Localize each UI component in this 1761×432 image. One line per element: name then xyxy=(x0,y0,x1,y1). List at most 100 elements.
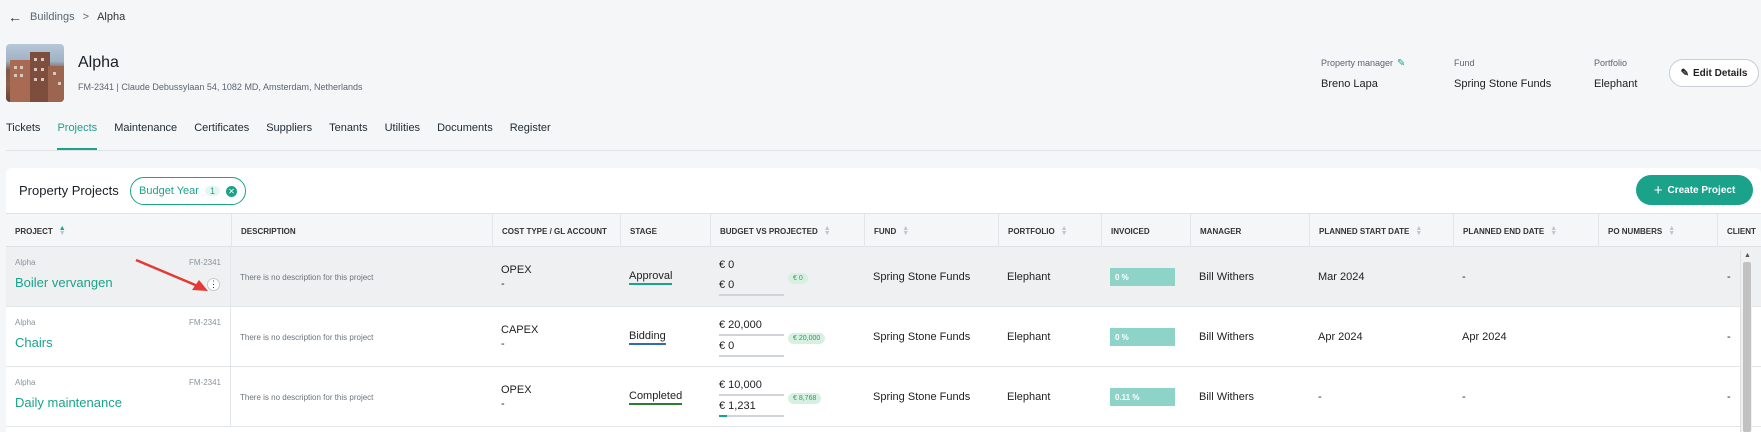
invoiced-cell: 0 % xyxy=(1101,247,1181,307)
tab-certificates[interactable]: Certificates xyxy=(194,122,249,150)
project-code: FM-2341 xyxy=(188,318,221,327)
budget-diff-badge: € 0 xyxy=(788,273,808,284)
invoiced-bar: 0 % xyxy=(1110,268,1175,286)
table-header: Project ▲ ▼ Description Cost Type / GL Acc… xyxy=(6,213,1761,248)
budget-value: € 10,000 xyxy=(719,379,762,391)
sort-icon[interactable]: ▲ ▼ xyxy=(59,225,66,237)
column-header-planned-end[interactable]: Planned End Date ▲ ▼ xyxy=(1453,214,1598,248)
scroll-up-icon[interactable]: ▲ xyxy=(1744,252,1751,259)
column-header-planned-start[interactable]: Planned Start Date ▲ ▼ xyxy=(1309,214,1453,248)
projected-value: € 0 xyxy=(719,279,735,291)
column-header-portfolio[interactable]: Portfolio ▲ ▼ xyxy=(998,214,1101,248)
back-arrow-icon[interactable]: ← xyxy=(8,9,22,25)
planned-end-cell: - xyxy=(1462,391,1466,403)
breadcrumb-separator: > xyxy=(82,11,90,23)
column-header-project[interactable]: Project ▲ ▼ xyxy=(6,214,231,248)
po-numbers-cell xyxy=(1596,307,1716,367)
budget-year-filter-chip[interactable]: Budget Year 1 ✕ xyxy=(130,177,246,205)
project-name-link[interactable]: Boiler vervangen xyxy=(15,275,113,290)
project-property: Alpha xyxy=(15,378,36,387)
fund-value: Spring Stone Funds xyxy=(1454,78,1552,90)
tab-maintenance[interactable]: Maintenance xyxy=(114,122,177,150)
tab-suppliers[interactable]: Suppliers xyxy=(266,122,312,150)
project-cell[interactable]: Alpha FM-2341 Chairs xyxy=(6,307,231,367)
description-cell: There is no description for this project xyxy=(240,392,374,402)
tab-documents[interactable]: Documents xyxy=(437,122,493,150)
tab-bar: Tickets Projects Maintenance Certificate… xyxy=(6,122,568,150)
create-project-button[interactable]: + Create Project xyxy=(1636,175,1753,205)
portfolio-cell: Elephant xyxy=(1007,391,1051,403)
project-cell[interactable]: Alpha FM-2341 Daily maintenance xyxy=(6,367,231,427)
tab-tickets[interactable]: Tickets xyxy=(6,122,40,150)
column-header-fund[interactable]: Fund ▲ ▼ xyxy=(864,214,998,248)
client-cell: - xyxy=(1727,391,1731,403)
column-header-cost-type: Cost Type / GL Account xyxy=(492,214,620,248)
planned-end-cell: Apr 2024 xyxy=(1462,331,1507,343)
building-photo xyxy=(6,44,64,102)
close-icon[interactable]: ✕ xyxy=(225,185,237,197)
projects-table: Project ▲ ▼ Description Cost Type / GL Acc… xyxy=(6,213,1761,427)
sort-icon[interactable]: ▲ ▼ xyxy=(1415,225,1422,237)
column-header-po-numbers[interactable]: PO Numbers ▲ ▼ xyxy=(1598,214,1717,248)
table-row[interactable]: Alpha FM-2341 Daily maintenance There is… xyxy=(6,367,1761,427)
manager-cell: Bill Withers xyxy=(1199,391,1255,403)
project-name-link[interactable]: Chairs xyxy=(15,335,53,350)
tab-utilities[interactable]: Utilities xyxy=(385,122,420,150)
table-row[interactable]: Alpha FM-2341 Boiler vervangen ⋮ There i… xyxy=(6,247,1761,307)
invoiced-bar: 0 % xyxy=(1110,328,1175,346)
fund-cell: Spring Stone Funds xyxy=(873,391,971,403)
fund-label: Fund xyxy=(1454,58,1475,68)
client-cell: - xyxy=(1727,331,1731,343)
cost-type-cell: CAPEX - xyxy=(501,324,539,350)
manager-cell: Bill Withers xyxy=(1199,331,1255,343)
project-name-link[interactable]: Daily maintenance xyxy=(15,395,122,410)
stage-cell: Bidding xyxy=(620,307,710,367)
projects-panel: Property Projects Budget Year 1 ✕ + Crea… xyxy=(6,168,1761,432)
budget-diff-badge: € 20,000 xyxy=(788,333,826,344)
projected-bar xyxy=(719,294,784,296)
stage-badge: Completed xyxy=(629,390,683,405)
invoiced-cell: 0 % xyxy=(1101,307,1181,367)
property-subtitle: FM-2341 | Claude Debussylaan 54, 1082 MD… xyxy=(78,82,363,92)
budget-bar xyxy=(719,334,784,336)
description-cell: There is no description for this project xyxy=(240,272,374,282)
column-header-budget[interactable]: Budget vs Projected ▲ ▼ xyxy=(710,214,864,248)
invoiced-bar: 0.11 % xyxy=(1110,388,1175,406)
scrollbar-thumb[interactable] xyxy=(1743,262,1751,432)
sort-icon[interactable]: ▲ ▼ xyxy=(824,225,831,237)
sort-icon[interactable]: ▲ ▼ xyxy=(1550,225,1557,237)
cost-type-cell: OPEX - xyxy=(501,264,532,290)
vertical-scrollbar[interactable]: ▲ xyxy=(1740,250,1752,432)
projected-value: € 1,231 xyxy=(719,400,756,412)
tabs-divider xyxy=(6,150,1761,151)
sort-icon[interactable]: ▲ ▼ xyxy=(1668,225,1675,237)
column-header-description: Description xyxy=(231,214,492,248)
property-manager-label: Property manager ✎ xyxy=(1321,58,1406,69)
sort-icon[interactable]: ▲ ▼ xyxy=(902,225,909,237)
budget-value: € 20,000 xyxy=(719,319,762,331)
budget-cell: € 0 € 0 € 0 xyxy=(710,247,863,307)
panel-title: Property Projects xyxy=(19,183,119,198)
tab-tenants[interactable]: Tenants xyxy=(329,122,368,150)
budget-cell: € 10,000 € 1,231 € 8,768 xyxy=(710,367,863,427)
stage-badge: Approval xyxy=(629,270,673,285)
edit-details-button[interactable]: ✎ Edit Details xyxy=(1669,59,1759,87)
planned-end-cell: - xyxy=(1462,271,1466,283)
stage-cell: Completed xyxy=(620,367,710,427)
column-header-manager: Manager xyxy=(1190,214,1309,248)
breadcrumb-parent[interactable]: Buildings xyxy=(30,11,75,23)
property-name: Alpha xyxy=(78,54,119,71)
sort-icon[interactable]: ▲ ▼ xyxy=(1061,225,1068,237)
property-manager-value: Breno Lapa xyxy=(1321,78,1378,90)
pencil-icon[interactable]: ✎ xyxy=(1397,58,1405,69)
budget-value: € 0 xyxy=(719,259,735,271)
project-property: Alpha xyxy=(15,258,36,267)
tab-projects[interactable]: Projects xyxy=(57,122,98,150)
tab-register[interactable]: Register xyxy=(510,122,551,150)
breadcrumb: ← Buildings > Alpha xyxy=(8,9,125,25)
portfolio-label: Portfolio xyxy=(1594,58,1628,68)
stage-badge: Bidding xyxy=(629,330,666,345)
table-row[interactable]: Alpha FM-2341 Chairs There is no descrip… xyxy=(6,307,1761,367)
invoiced-cell: 0.11 % xyxy=(1101,367,1181,427)
cost-type-cell: OPEX - xyxy=(501,384,532,410)
